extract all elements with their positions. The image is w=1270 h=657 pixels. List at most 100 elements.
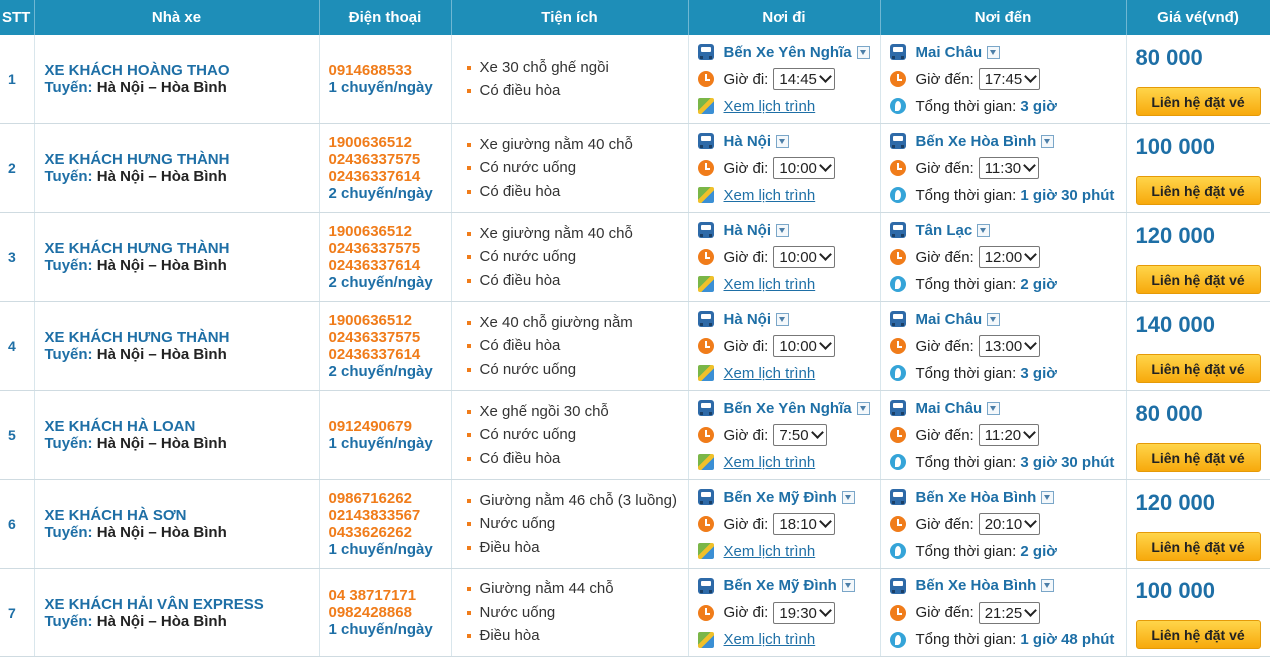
phone-number[interactable]: 02436337575 — [320, 329, 451, 346]
departure-dropdown-icon[interactable] — [776, 134, 790, 148]
bus-icon — [697, 577, 714, 594]
amenity-item: Nước uống — [466, 512, 688, 536]
book-ticket-button[interactable]: Liên hệ đặt vé — [1135, 442, 1261, 472]
schedule-link[interactable]: Xem lịch trình — [724, 365, 816, 382]
company-name[interactable]: XE KHÁCH HÀ SƠN — [35, 507, 319, 524]
departure-place[interactable]: Bến Xe Yên Nghĩa — [724, 400, 852, 417]
phone-number[interactable]: 0912490679 — [320, 418, 451, 435]
arrival-dropdown-icon[interactable] — [987, 45, 1001, 59]
book-ticket-button[interactable]: Liên hệ đặt vé — [1135, 353, 1261, 383]
departure-place[interactable]: Hà Nội — [724, 222, 772, 239]
route-value: Hà Nội – Hòa Bình — [96, 168, 227, 185]
trip-frequency: 1 chuyến/ngày — [328, 541, 433, 558]
departure-dropdown-icon[interactable] — [856, 401, 870, 415]
phone-list: 1900636512 02436337575 02436337614 — [320, 312, 451, 363]
arrival-dropdown-icon[interactable] — [977, 223, 991, 237]
schedule-link[interactable]: Xem lịch trình — [724, 276, 816, 293]
book-ticket-button[interactable]: Liên hệ đặt vé — [1135, 264, 1261, 294]
departure-dropdown-icon[interactable] — [856, 45, 870, 59]
clock-icon — [889, 516, 906, 532]
departure-place[interactable]: Hà Nội — [724, 133, 772, 150]
arrive-time-select[interactable]: 11:30 — [978, 157, 1040, 179]
company-cell: XE KHÁCH HÀ SƠN Tuyến: Hà Nội – Hòa Bình — [34, 479, 320, 569]
amenity-item: Có điều hòa — [466, 334, 688, 358]
arrival-place[interactable]: Bến Xe Hòa Bình — [916, 133, 1037, 150]
amenity-item: Giường nằm 46 chỗ (3 luồng) — [466, 489, 688, 513]
phone-number[interactable]: 02436337614 — [320, 168, 451, 185]
company-name[interactable]: XE KHÁCH HƯNG THÀNH — [35, 240, 319, 257]
phone-number[interactable]: 02436337575 — [320, 151, 451, 168]
phone-number[interactable]: 04 38717171 — [320, 587, 451, 604]
total-time-value: 3 giờ — [1020, 97, 1057, 115]
depart-time-select[interactable]: 10:00 — [773, 335, 835, 357]
arrive-time-select[interactable]: 21:25 — [978, 601, 1041, 624]
company-name[interactable]: XE KHÁCH HOÀNG THAO — [35, 62, 319, 79]
arrival-place[interactable]: Mai Châu — [916, 400, 983, 417]
route-value: Hà Nội – Hòa Bình — [96, 79, 227, 96]
depart-time-select[interactable]: 18:10 — [773, 513, 835, 535]
book-ticket-button[interactable]: Liên hệ đặt vé — [1135, 620, 1261, 649]
arrival-dropdown-icon[interactable] — [1041, 579, 1055, 592]
departure-cell: Bến Xe Yên Nghĩa Giờ đi: 14:45 Xem lịch t… — [688, 35, 881, 124]
arrival-cell: Tân Lạc Giờ đến: 12:00 Tổng thời gian: 2 … — [880, 212, 1127, 302]
phone-number[interactable]: 02436337614 — [320, 346, 451, 363]
schedule-link[interactable]: Xem lịch trình — [724, 187, 816, 204]
arrival-place[interactable]: Bến Xe Hòa Bình — [916, 577, 1037, 594]
arrival-place[interactable]: Mai Châu — [916, 311, 983, 328]
arrival-place[interactable]: Bến Xe Hòa Bình — [916, 489, 1037, 506]
route: Tuyến: Hà Nội – Hòa Bình — [35, 613, 319, 630]
depart-time-select[interactable]: 14:45 — [773, 68, 835, 90]
depart-time-select[interactable]: 7:50 — [773, 424, 827, 446]
phone-number[interactable]: 0433626262 — [320, 524, 451, 541]
schedule-link[interactable]: Xem lịch trình — [724, 543, 816, 560]
company-name[interactable]: XE KHÁCH HƯNG THÀNH — [35, 329, 319, 346]
schedule-link[interactable]: Xem lịch trình — [724, 454, 816, 471]
phone-number[interactable]: 02436337614 — [320, 257, 451, 274]
departure-place[interactable]: Bến Xe Mỹ Đình — [724, 577, 837, 594]
departure-dropdown-icon[interactable] — [841, 490, 855, 504]
departure-dropdown-icon[interactable] — [841, 579, 855, 592]
depart-time-select[interactable]: 19:30 — [773, 601, 835, 624]
phone-number[interactable]: 0982428868 — [320, 604, 451, 621]
departure-dropdown-icon[interactable] — [776, 223, 790, 237]
arrive-time-select[interactable]: 11:20 — [978, 424, 1040, 446]
phone-number[interactable]: 1900636512 — [320, 312, 451, 329]
arrival-place[interactable]: Mai Châu — [916, 44, 983, 61]
book-ticket-button[interactable]: Liên hệ đặt vé — [1135, 175, 1261, 205]
price-cell: 100 000 Liên hệ đặt vé — [1126, 568, 1270, 657]
arrive-time-select[interactable]: 12:00 — [978, 246, 1041, 268]
phone-cell: 1900636512 02436337575 02436337614 2 chuyế… — [319, 212, 452, 302]
route-value: Hà Nội – Hòa Bình — [96, 524, 227, 541]
depart-time-value: 10:00 — [779, 338, 817, 355]
phone-number[interactable]: 0986716262 — [320, 490, 451, 507]
company-name[interactable]: XE KHÁCH HẢI VÂN EXPRESS — [35, 596, 319, 613]
schedule-link[interactable]: Xem lịch trình — [724, 98, 816, 115]
phone-number[interactable]: 1900636512 — [320, 223, 451, 240]
departure-dropdown-icon[interactable] — [776, 312, 790, 326]
phone-number[interactable]: 02436337575 — [320, 240, 451, 257]
depart-time-select[interactable]: 10:00 — [773, 246, 835, 268]
book-ticket-button[interactable]: Liên hệ đặt vé — [1135, 531, 1261, 561]
phone-number[interactable]: 0914688533 — [320, 62, 451, 79]
departure-place[interactable]: Bến Xe Mỹ Đình — [724, 489, 837, 506]
company-name[interactable]: XE KHÁCH HÀ LOAN — [35, 418, 319, 435]
company-name[interactable]: XE KHÁCH HƯNG THÀNH — [35, 151, 319, 168]
arrival-dropdown-icon[interactable] — [1041, 490, 1055, 504]
departure-place[interactable]: Hà Nội — [724, 311, 772, 328]
arrival-place[interactable]: Tân Lạc — [916, 222, 973, 239]
row-number: 3 — [0, 212, 35, 302]
book-ticket-button[interactable]: Liên hệ đặt vé — [1135, 86, 1261, 116]
amenity-item: Có điều hòa — [466, 79, 688, 103]
depart-time-select[interactable]: 10:00 — [773, 157, 835, 179]
arrive-time-select[interactable]: 13:00 — [978, 335, 1041, 357]
schedule-link[interactable]: Xem lịch trình — [724, 631, 816, 648]
phone-number[interactable]: 02143833567 — [320, 507, 451, 524]
arrive-time-select[interactable]: 17:45 — [978, 68, 1041, 90]
arrival-dropdown-icon[interactable] — [987, 401, 1001, 415]
arrival-dropdown-icon[interactable] — [1041, 134, 1055, 148]
clock-icon — [697, 249, 714, 265]
phone-number[interactable]: 1900636512 — [320, 134, 451, 151]
departure-place[interactable]: Bến Xe Yên Nghĩa — [724, 44, 852, 61]
arrival-dropdown-icon[interactable] — [987, 312, 1001, 326]
arrive-time-select[interactable]: 20:10 — [978, 513, 1041, 535]
